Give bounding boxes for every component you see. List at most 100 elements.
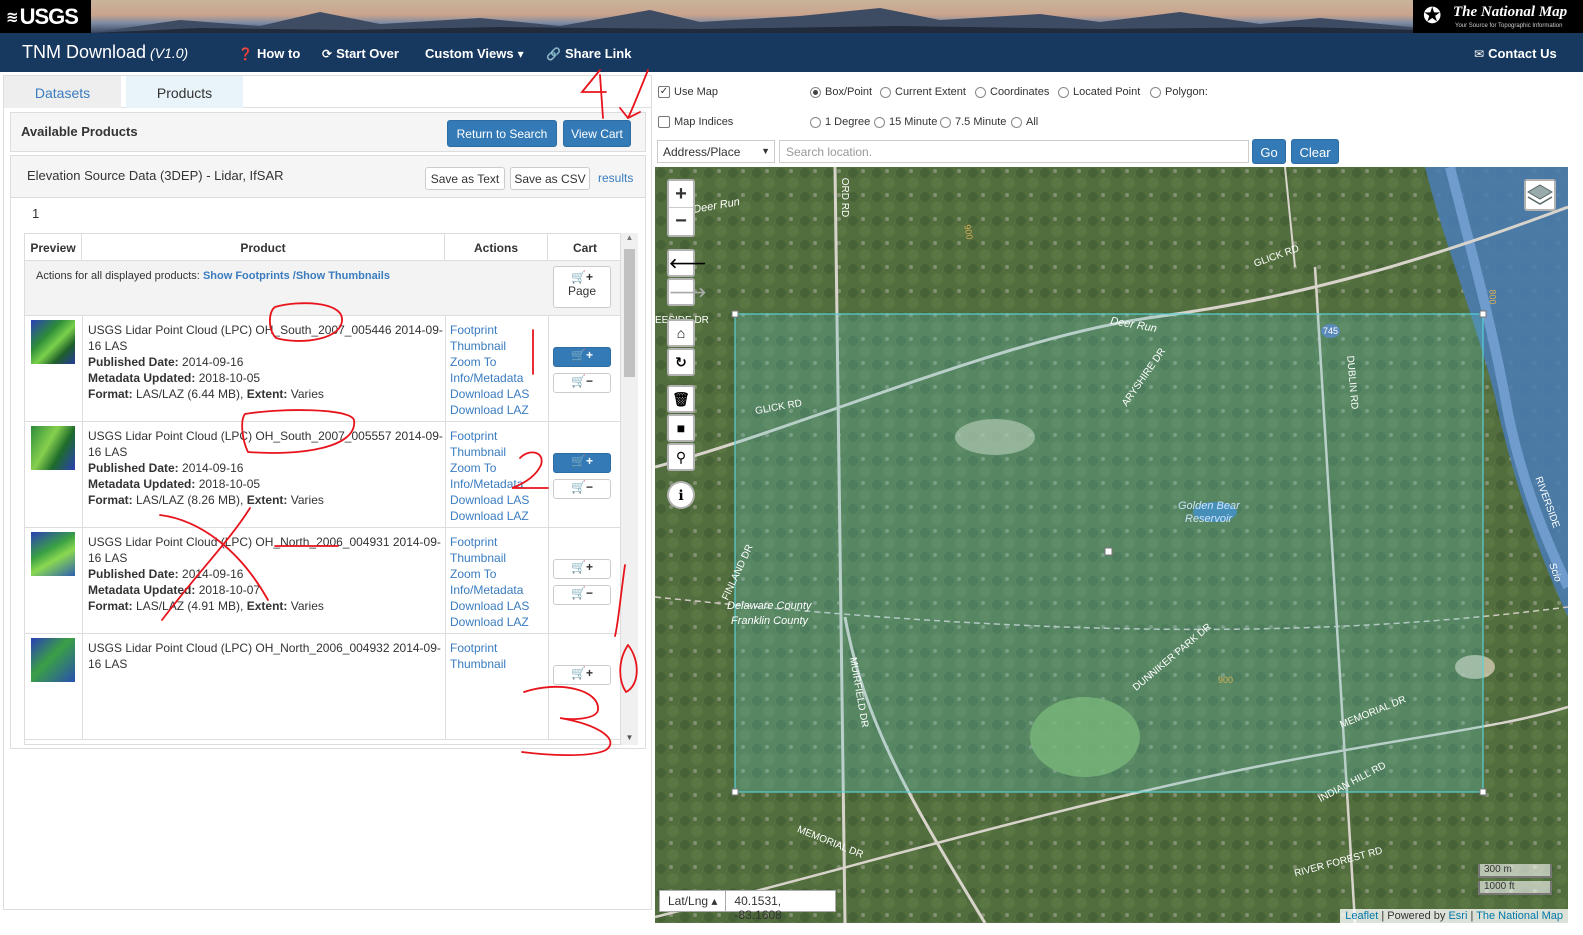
footprint-link[interactable]: Footprint [450,428,529,444]
home-icon[interactable]: ⌂ [667,319,695,347]
location-search-input[interactable]: Search location. [779,140,1249,163]
contact-us-link[interactable]: ✉ Contact Us [1474,46,1557,61]
add-to-cart-button[interactable]: 🛒+ [553,665,611,685]
info-metadata-link[interactable]: Info/Metadata [450,582,529,598]
map-marker-icon[interactable]: ⚲ [667,443,695,471]
seven-five-minute-radio[interactable]: 7.5 Minute [940,116,1006,128]
box-point-radio[interactable]: Box/Point [810,86,872,98]
located-point-radio[interactable]: Located Point [1058,86,1140,98]
remove-from-cart-button[interactable]: 🛒− [553,373,611,393]
show-thumbnails-link[interactable]: /Show Thumbnails [293,270,390,282]
product-info: USGS Lidar Point Cloud (LPC) OH_North_20… [88,534,445,614]
page-number[interactable]: 1 [32,206,39,221]
zoom-in-button[interactable]: + [669,181,693,208]
format-value: LAS/LAZ (6.44 MB), [136,387,244,401]
lat-lng-value: 40.1531, -83.1608 [726,890,837,922]
add-to-cart-button[interactable]: 🛒+ [553,559,611,579]
mountain-banner-image [90,8,1420,33]
how-to-link[interactable]: ❓ How to [238,46,300,61]
results-link[interactable]: results [598,171,633,185]
use-map-checkbox[interactable]: ✓ Use Map [658,86,718,98]
download-las-link[interactable]: Download LAS [450,598,529,614]
start-over-link[interactable]: ⟳ Start Over [322,46,399,61]
extent-value: Varies [290,387,324,401]
panel-tabs: Datasets Products [4,76,651,108]
download-las-link[interactable]: Download LAS [450,492,529,508]
thumbnail-link[interactable]: Thumbnail [450,550,529,566]
custom-views-dropdown[interactable]: Custom Views ▾ [425,46,524,61]
footprint-link[interactable]: Footprint [450,640,506,656]
fifteen-minute-radio[interactable]: 15 Minute [874,116,937,128]
map-view[interactable]: Deer Run Deer Run GLICK RD GLICK RD ARYS… [655,167,1568,923]
footprint-link[interactable]: Footprint [450,322,529,338]
draw-rectangle-icon[interactable]: ■ [667,414,695,442]
current-extent-radio[interactable]: Current Extent [880,86,966,98]
lat-lng-toggle[interactable]: Lat/Lng ▴ [659,890,727,912]
footprint-link[interactable]: Footprint [450,534,529,550]
all-radio[interactable]: All [1011,116,1038,128]
layers-icon[interactable] [1524,179,1556,211]
leaflet-link[interactable]: Leaflet [1345,910,1378,922]
back-arrow-icon[interactable]: 🡐 [667,249,707,277]
zoom-out-button[interactable]: − [669,208,693,235]
usgs-waves-icon: ≋ [6,8,19,26]
table-row: USGS Lidar Point Cloud (LPC) OH_South_20… [25,316,620,422]
clear-button[interactable]: Clear [1291,139,1339,164]
zoom-to-link[interactable]: Zoom To [450,354,529,370]
share-link[interactable]: 🔗 Share Link [546,46,631,61]
save-as-text-button[interactable]: Save as Text [425,167,505,190]
national-map-logo[interactable]: ✪ The National Map Your Source for Topog… [1413,0,1583,33]
tab-datasets[interactable]: Datasets [4,76,121,108]
lidar-thumbnail-image[interactable] [31,320,75,364]
thumbnail-link[interactable]: Thumbnail [450,338,529,354]
tab-products[interactable]: Products [126,76,243,108]
add-page-to-cart-button[interactable]: 🛒+ Page [553,266,611,308]
map-indices-checkbox[interactable]: Map Indices [658,116,733,128]
go-button[interactable]: Go [1252,139,1286,164]
scroll-down-arrow-icon[interactable]: ▼ [621,733,638,742]
zoom-to-link[interactable]: Zoom To [450,566,529,582]
scale-bar-metric: 300 m [1478,864,1552,878]
lidar-thumbnail-image[interactable] [31,532,75,576]
zoom-to-link[interactable]: Zoom To [450,460,529,476]
national-map-link[interactable]: The National Map [1476,910,1563,922]
map-attribution: Leaflet | Powered by Esri | The National… [1340,909,1568,923]
download-laz-link[interactable]: Download LAZ [450,402,529,418]
product-action-links: Footprint Thumbnail Zoom To Info/Metadat… [450,428,529,524]
refresh-icon[interactable]: ↻ [667,348,695,376]
lidar-thumbnail-image[interactable] [31,426,75,470]
thumbnail-link[interactable]: Thumbnail [450,656,506,672]
address-place-select[interactable]: Address/Place ▼ [657,140,775,163]
satellite-map-image [655,167,1568,923]
add-to-cart-button[interactable]: 🛒+ [553,347,611,367]
one-degree-radio[interactable]: 1 Degree [810,116,870,128]
bulk-actions-label: Actions for all displayed products: Show… [36,270,390,282]
add-to-cart-button[interactable]: 🛒+ [553,453,611,473]
remove-from-cart-button[interactable]: 🛒− [553,479,611,499]
download-las-link[interactable]: Download LAS [450,386,529,402]
return-to-search-button[interactable]: Return to Search [447,120,557,147]
lidar-thumbnail-image[interactable] [31,638,75,682]
info-metadata-link[interactable]: Info/Metadata [450,476,529,492]
info-metadata-link[interactable]: Info/Metadata [450,370,529,386]
remove-from-cart-button[interactable]: 🛒− [553,585,611,605]
esri-link[interactable]: Esri [1448,910,1467,922]
view-cart-button[interactable]: View Cart [563,120,631,147]
main-navbar: TNM Download (V1.0) ❓ How to ⟳ Start Over C… [0,33,1583,72]
app-title[interactable]: TNM Download (V1.0) [22,42,188,63]
info-icon[interactable]: ℹ [667,481,695,509]
download-laz-link[interactable]: Download LAZ [450,614,529,630]
scrollbar-thumb[interactable] [624,249,635,377]
trash-icon[interactable]: 🗑 [667,385,695,413]
thumbnail-link[interactable]: Thumbnail [450,444,529,460]
table-scrollbar[interactable]: ▲ ▼ [621,233,638,745]
forward-arrow-icon[interactable]: 🡒 [667,278,707,306]
scroll-up-arrow-icon[interactable]: ▲ [621,233,638,242]
usgs-logo[interactable]: ≋ USGS [0,0,91,33]
save-as-csv-button[interactable]: Save as CSV [510,167,590,190]
show-footprints-link[interactable]: Show Footprints [203,270,290,282]
polygon-radio[interactable]: Polygon: [1150,86,1208,98]
contour-label: 900 [1218,675,1234,685]
download-laz-link[interactable]: Download LAZ [450,508,529,524]
coordinates-radio[interactable]: Coordinates [975,86,1049,98]
